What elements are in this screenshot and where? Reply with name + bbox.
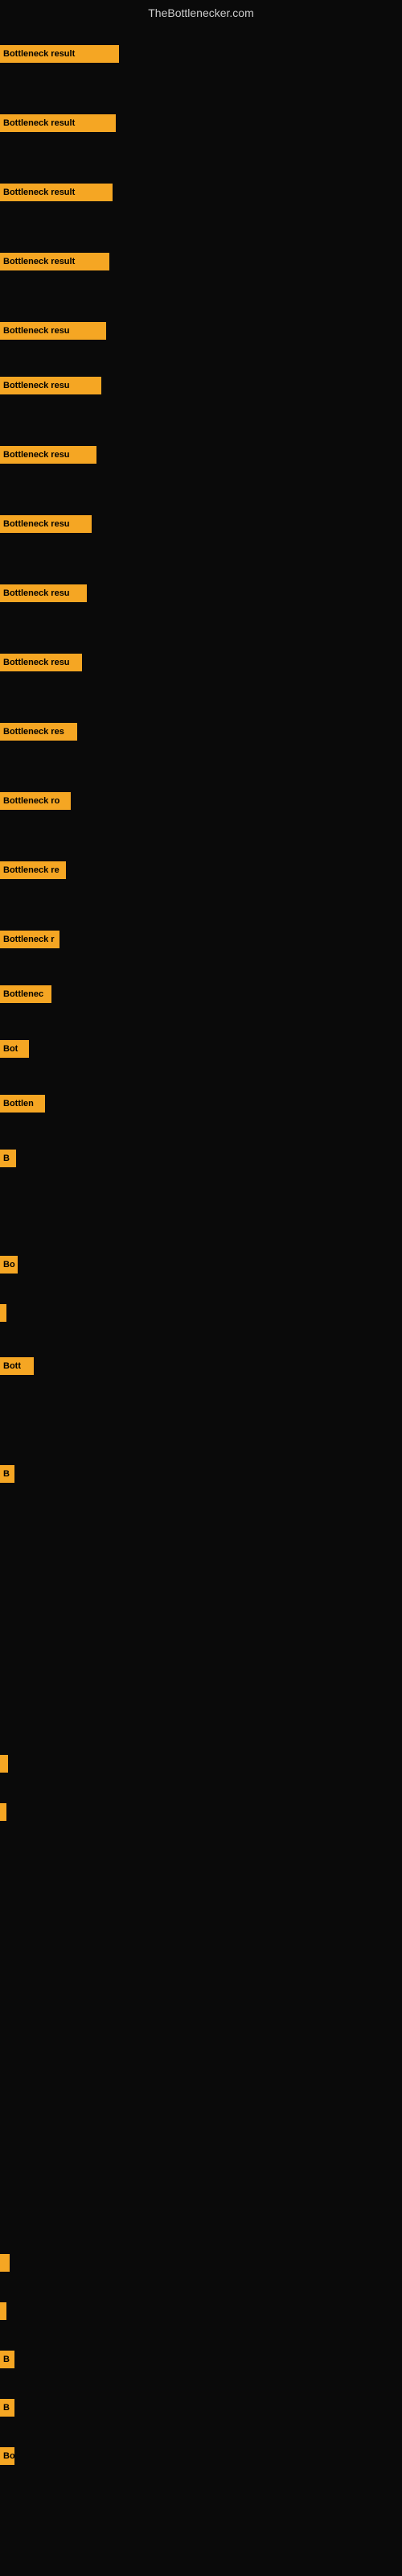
bottleneck-bar: Bo [0, 2447, 14, 2465]
site-title: TheBottlenecker.com [0, 0, 402, 23]
bottleneck-bar [0, 2254, 10, 2272]
bottleneck-bar: Bottleneck result [0, 114, 116, 132]
bottleneck-bar: Bottleneck ro [0, 792, 71, 810]
bottleneck-bar: Bottleneck resu [0, 584, 87, 602]
bottleneck-bar: Bottleneck result [0, 45, 119, 63]
bottleneck-bar: Bottleneck resu [0, 377, 101, 394]
bottleneck-bar: Bottleneck re [0, 861, 66, 879]
bottleneck-bar: Bot [0, 1040, 29, 1058]
bottleneck-bar: Bottlenec [0, 985, 51, 1003]
bottleneck-bar [0, 2302, 6, 2320]
bottleneck-bar: Bottleneck result [0, 253, 109, 270]
bottleneck-bar: Bott [0, 1357, 34, 1375]
bottleneck-bar: B [0, 1150, 16, 1167]
bottleneck-bar: B [0, 2351, 14, 2368]
bottleneck-bar: Bottleneck resu [0, 515, 92, 533]
bottleneck-bar [0, 1755, 8, 1773]
bottleneck-bar: B [0, 2399, 14, 2417]
bottleneck-bar: Bottlen [0, 1095, 45, 1113]
bottleneck-bar: Bottleneck resu [0, 446, 96, 464]
bottleneck-bar: Bottleneck resu [0, 322, 106, 340]
bottleneck-bar: Bottleneck res [0, 723, 77, 741]
bottleneck-bar: Bottleneck r [0, 931, 59, 948]
bottleneck-bar [0, 1304, 6, 1322]
bottleneck-bar [0, 1803, 6, 1821]
bottleneck-bar: B [0, 1465, 14, 1483]
bottleneck-bar: Bottleneck resu [0, 654, 82, 671]
bottleneck-bar: Bottleneck result [0, 184, 113, 201]
bottleneck-bar: Bo [0, 1256, 18, 1274]
